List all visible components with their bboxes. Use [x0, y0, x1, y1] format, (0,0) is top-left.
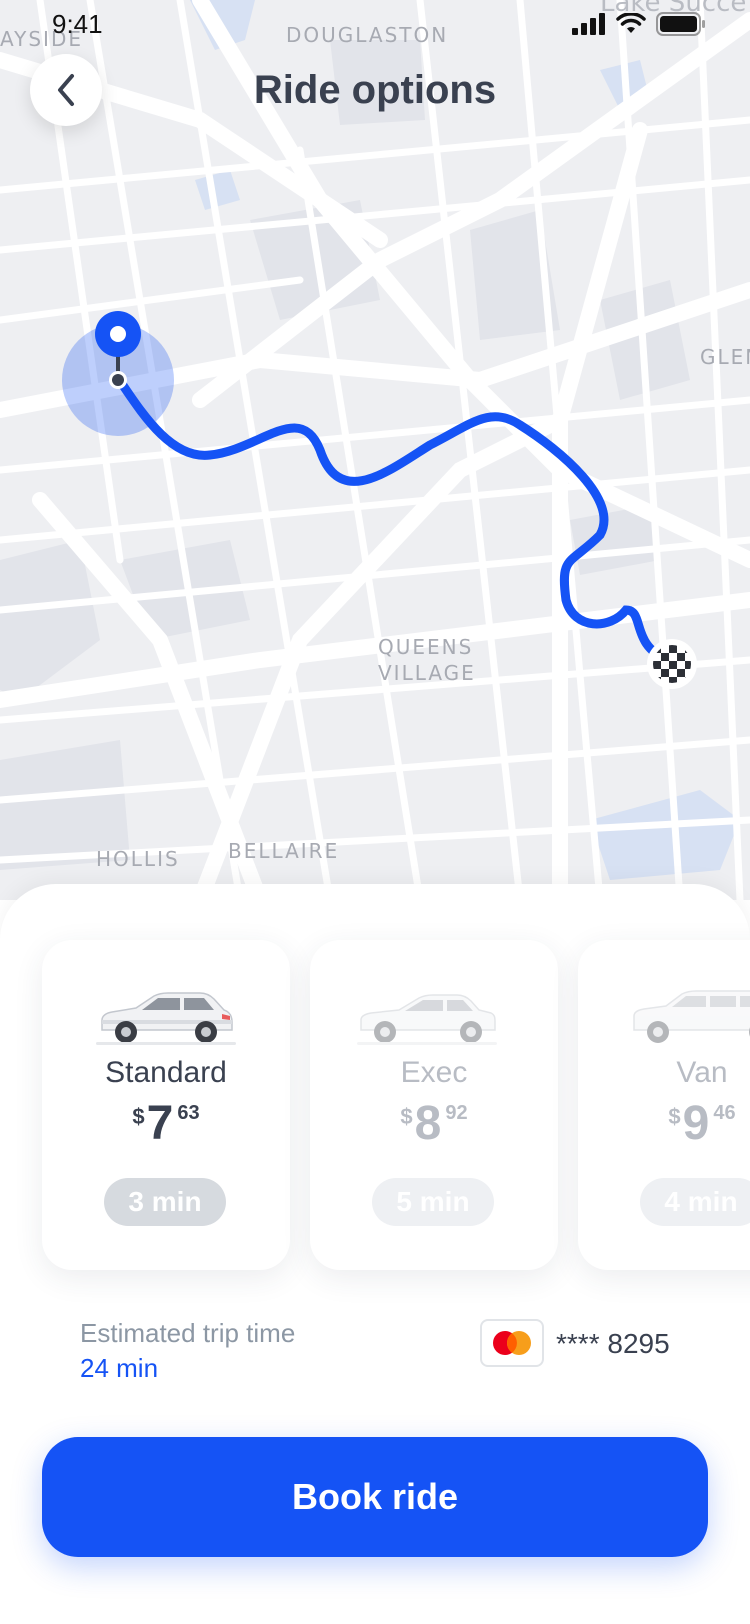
price-main: 8: [414, 1097, 442, 1150]
eta-badge: 4 min: [640, 1178, 750, 1226]
signal-icon: [572, 13, 605, 35]
ride-option-price: $ 7 63: [42, 1096, 290, 1152]
price-cents: 92: [445, 1102, 468, 1124]
trip-time-label: Estimated trip time: [80, 1318, 296, 1348]
map-label-queens: QUEENS: [378, 635, 474, 659]
battery-icon: [656, 12, 705, 36]
status-bar: 9:41: [0, 0, 750, 50]
ride-options-carousel[interactable]: Standard $ 7 63 3 min Exec $ 8 92 5 min …: [42, 940, 750, 1270]
ride-option-name: Standard: [105, 1056, 227, 1089]
map-label-glen: GLEN: [700, 345, 750, 369]
saloon-car-icon: [357, 994, 497, 1045]
checkered-flag-icon: [647, 639, 697, 689]
payment-card-number[interactable]: **** 8295: [556, 1328, 670, 1360]
ride-option-name: Exec: [400, 1056, 468, 1089]
price-currency: $: [668, 1104, 681, 1129]
ride-option-van[interactable]: Van $ 9 46 4 min: [578, 940, 750, 1270]
map-streets: [0, 0, 750, 900]
van-icon: [633, 990, 750, 1043]
map-label-bellaire: BELLAIRE: [228, 839, 340, 863]
map-view[interactable]: AYSIDE DOUGLASTON Lake Succe GLEN QUEENS…: [0, 0, 750, 900]
pin-icon: [62, 311, 174, 436]
ride-option-standard[interactable]: Standard $ 7 63 3 min: [42, 940, 290, 1270]
ride-option-name: Van: [676, 1056, 728, 1089]
book-ride-button[interactable]: Book ride: [42, 1437, 708, 1557]
status-time: 9:41: [52, 9, 103, 39]
trip-time-value: 24 min: [80, 1353, 159, 1383]
ride-option-price: $ 8 92: [310, 1096, 558, 1152]
eta-badge: 3 min: [104, 1178, 226, 1226]
ride-option-exec[interactable]: Exec $ 8 92 5 min: [310, 940, 558, 1270]
price-cents: 63: [177, 1102, 200, 1124]
price-cents: 46: [713, 1102, 736, 1124]
page-title: Ride options: [253, 68, 497, 112]
map-label-village: VILLAGE: [378, 661, 476, 685]
price-currency: $: [132, 1104, 145, 1129]
status-icons: [572, 12, 706, 36]
payment-method-card[interactable]: [480, 1319, 544, 1367]
mastercard-icon: [493, 1331, 531, 1355]
map-label-hollis: HOLLIS: [96, 847, 180, 871]
price-currency: $: [400, 1104, 413, 1129]
price-main: 9: [682, 1097, 710, 1150]
price-main: 7: [146, 1097, 174, 1150]
wifi-icon: [616, 13, 646, 33]
ride-option-price: $ 9 46: [578, 1096, 750, 1152]
sedan-car-icon: [96, 992, 236, 1045]
eta-badge: 5 min: [372, 1178, 494, 1226]
